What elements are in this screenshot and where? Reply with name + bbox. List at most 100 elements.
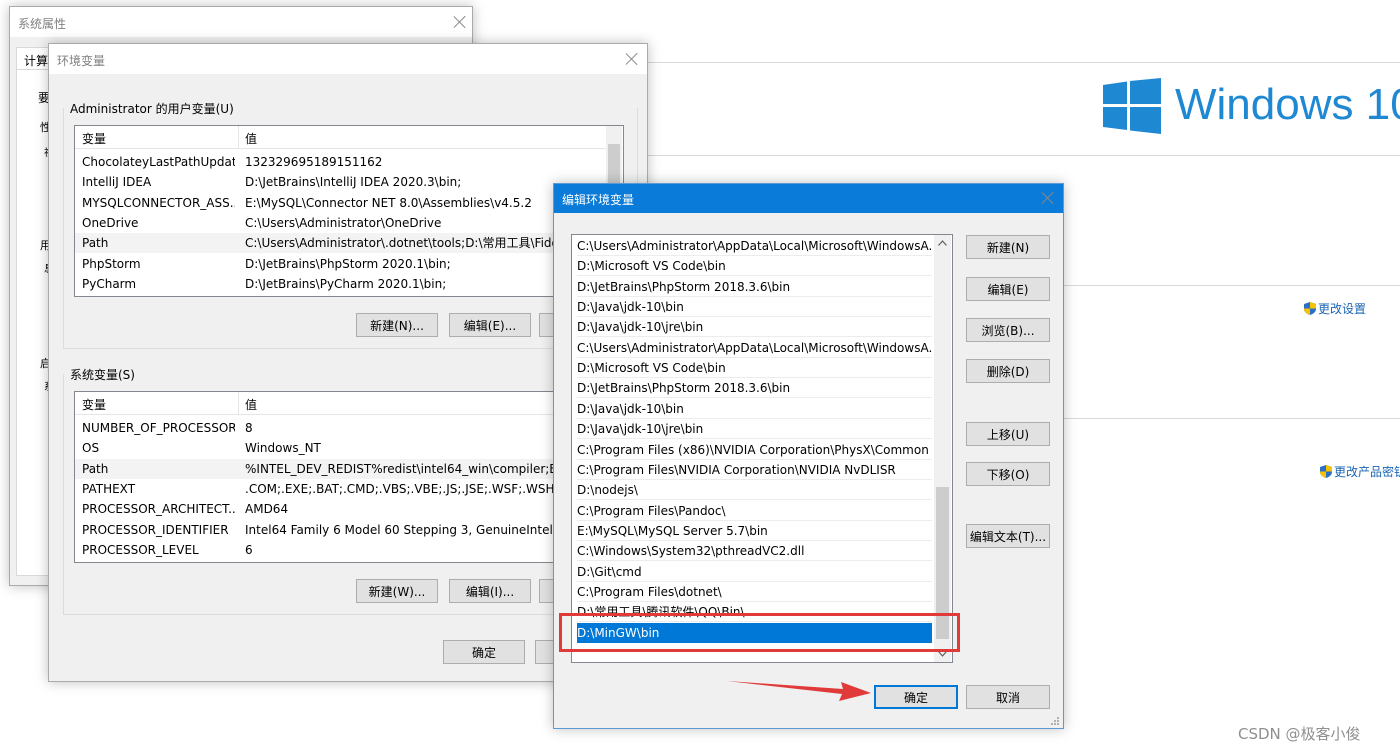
variable-value: C:\Users\Administrator\.dotnet\tools;D:\… [245,236,575,251]
window-title: 编辑环境变量 [562,193,635,207]
close-icon[interactable] [1041,191,1055,205]
env-ok-button[interactable]: 确定 [443,640,525,664]
windows-brand-text: Windows 10 [1175,80,1400,129]
variable-value: E:\MySQL\Connector NET 8.0\Assemblies\v4… [245,195,532,210]
path-entry[interactable]: C:\Users\Administrator\AppData\Local\Mic… [577,236,932,256]
table-row[interactable]: PATHEXT .COM;.EXE;.BAT;.CMD;.VBS;.VBE;.JS… [75,479,623,499]
column-header-name[interactable]: 变量 [82,396,106,413]
user-new-button[interactable]: 新建(N)... [356,313,438,337]
path-entries-list[interactable]: C:\Users\Administrator\AppData\Local\Mic… [571,234,953,663]
move-down-button[interactable]: 下移(O) [966,462,1050,486]
titlebar: 环境变量 [49,44,647,74]
change-product-key-link[interactable]: 更改产品密钥 [1320,463,1400,480]
path-entry[interactable]: C:\Users\Administrator\AppData\Local\Mic… [577,338,932,358]
variable-name: PhpStorm [82,256,141,271]
browse-button[interactable]: 浏览(B)... [966,318,1050,342]
move-up-button[interactable]: 上移(U) [966,422,1050,446]
table-row[interactable]: PROCESSOR_ARCHITECT... AMD64 [75,499,623,519]
titlebar: 系统属性 [10,7,472,37]
path-entry[interactable]: D:\JetBrains\PhpStorm 2018.3.6\bin [577,378,932,399]
path-entry[interactable]: C:\Program Files (x86)\NVIDIA Corporatio… [577,440,932,460]
window-title: 环境变量 [57,54,106,68]
variable-value: D:\JetBrains\PhpStorm 2020.1\bin; [245,256,451,271]
variable-value: Windows_NT [245,441,321,456]
path-entry[interactable]: C:\Program Files\dotnet\ [577,582,932,602]
table-row[interactable]: PROCESSOR_LEVEL 6 [75,540,623,560]
table-row[interactable]: IntelliJ IDEA D:\JetBrains\IntelliJ IDEA … [75,172,623,192]
close-icon[interactable] [453,15,467,29]
table-row[interactable]: OneDrive C:\Users\Administrator\OneDrive [75,213,623,233]
variable-name: PROCESSOR_ARCHITECT... [82,502,235,517]
variable-value: AMD64 [245,502,289,517]
table-row[interactable]: PyCharm D:\JetBrains\PyCharm 2020.1\bin; [75,274,623,294]
path-entry[interactable]: D:\nodejs\ [577,480,932,501]
list-header: 变量 值 [75,126,623,149]
red-highlight-box [559,613,960,652]
window-title: 系统属性 [18,17,67,31]
variable-value: D:\JetBrains\PyCharm 2020.1\bin; [245,276,447,291]
variable-value: 8 [245,421,253,435]
cancel-button[interactable]: 取消 [966,685,1050,709]
table-row[interactable]: Path %INTEL_DEV_REDIST%redist\intel64_win… [75,458,623,479]
path-entry[interactable]: D:\Java\jdk-10\jre\bin [577,419,932,440]
variable-name: Path [82,461,109,476]
uac-shield-icon [1304,302,1316,315]
path-entry[interactable]: D:\JetBrains\PhpStorm 2018.3.6\bin [577,277,932,297]
variable-name: OS [82,441,100,456]
variable-name: PROCESSOR_IDENTIFIER [82,522,229,537]
path-entry[interactable]: E:\MySQL\MySQL Server 5.7\bin [577,521,932,541]
delete-button[interactable]: 删除(D) [966,359,1050,383]
variable-value: 132329695189151162 [245,155,383,169]
column-header-value[interactable]: 值 [245,396,257,413]
titlebar: 编辑环境变量 [554,184,1063,213]
table-row[interactable]: MYSQLCONNECTOR_ASS... E:\MySQL\Connector … [75,193,623,213]
table-row[interactable]: PROCESSOR_IDENTIFIER Intel64 Family 6 Mod… [75,520,623,540]
column-header-value[interactable]: 值 [245,130,257,147]
variable-value: 6 [245,542,253,557]
path-entry[interactable]: D:\Java\jdk-10\bin [577,399,932,419]
path-entry[interactable]: C:\Program Files\NVIDIA Corporation\NVID… [577,460,932,480]
scrollbar[interactable] [934,235,951,662]
path-entry[interactable]: D:\Microsoft VS Code\bin [577,358,932,379]
variable-name: NUMBER_OF_PROCESSORS [82,421,235,435]
variable-name: Path [82,236,109,251]
path-entry[interactable]: C:\Windows\System32\pthreadVC2.dll [577,541,932,562]
resize-grip-icon[interactable] [1050,716,1060,726]
table-row[interactable]: PhpStorm D:\JetBrains\PhpStorm 2020.1\bin… [75,254,623,274]
variable-value: %INTEL_DEV_REDIST%redist\intel64_win\com… [245,461,581,476]
variable-name: PyCharm [82,276,137,291]
uac-shield-icon [1320,465,1332,478]
path-entry[interactable]: D:\Java\jdk-10\jre\bin [577,317,932,338]
variable-name: PROCESSOR_LEVEL [82,542,199,557]
table-row[interactable]: NUMBER_OF_PROCESSORS 8 [75,418,623,438]
red-arrow-annotation [727,681,871,701]
edit-button[interactable]: 编辑(E) [966,277,1050,301]
path-entry[interactable]: C:\Program Files\Pandoc\ [577,501,932,521]
new-button[interactable]: 新建(N) [966,235,1050,259]
variable-name: OneDrive [82,215,139,230]
variable-name: PATHEXT [82,481,136,496]
scroll-up-arrow-icon[interactable] [938,240,947,246]
system-edit-button[interactable]: 编辑(I)... [449,579,531,603]
variable-value: D:\JetBrains\IntelliJ IDEA 2020.3\bin; [245,175,462,190]
ok-button[interactable]: 确定 [874,685,958,709]
windows-logo-icon [1103,78,1161,134]
column-header-name[interactable]: 变量 [82,130,106,147]
variable-name: ChocolateyLastPathUpdate [82,155,235,169]
user-variables-list[interactable]: 变量 值 ChocolateyLastPathUpdate 13232969518… [74,125,624,297]
close-icon[interactable] [625,52,639,66]
system-new-button[interactable]: 新建(W)... [356,579,438,603]
variable-value: C:\Users\Administrator\OneDrive [245,215,442,230]
path-entry[interactable]: D:\Git\cmd [577,562,932,582]
system-variables-list[interactable]: 变量 值 NUMBER_OF_PROCESSORS 8 OS Windows_NT Pa… [74,391,624,563]
path-entry[interactable]: D:\Microsoft VS Code\bin [577,256,932,277]
variable-value: .COM;.EXE;.BAT;.CMD;.VBS;.VBE;.JS;.JSE;.… [245,481,589,496]
path-entry[interactable]: D:\Java\jdk-10\bin [577,297,932,318]
table-row[interactable]: OS Windows_NT [75,438,623,458]
edit-text-button[interactable]: 编辑文本(T)... [966,524,1050,548]
change-settings-link[interactable]: 更改设置 [1304,300,1366,317]
table-row[interactable]: ChocolateyLastPathUpdate 1323296951891511… [75,152,623,172]
variable-value: Intel64 Family 6 Model 60 Stepping 3, Ge… [245,522,553,537]
user-edit-button[interactable]: 编辑(E)... [449,313,531,337]
table-row[interactable]: Path C:\Users\Administrator\.dotnet\tools… [75,233,623,254]
